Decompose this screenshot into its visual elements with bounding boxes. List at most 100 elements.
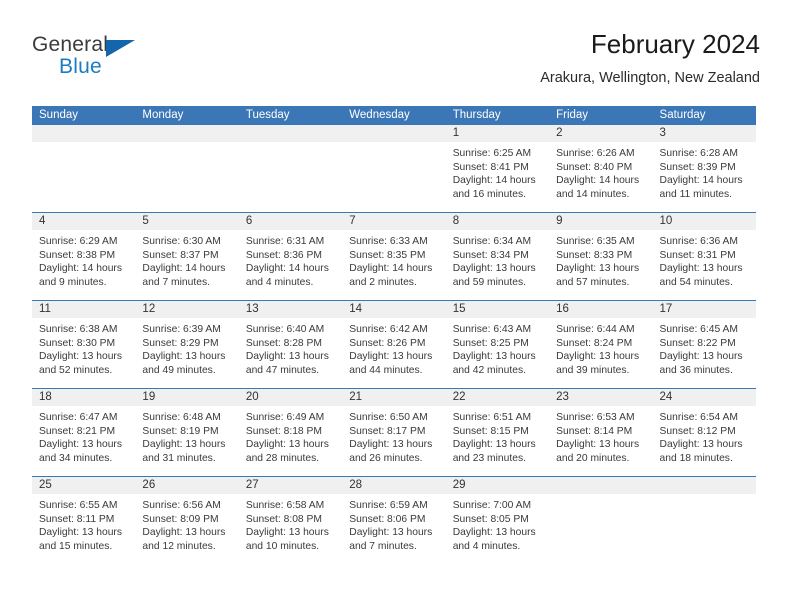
general-blue-logo[interactable]: General Blue: [32, 32, 152, 88]
daylight-text-line1: Daylight: 14 hours: [245, 263, 329, 275]
daylight-text-line1: Daylight: 13 hours: [142, 439, 226, 451]
calendar-day-cell[interactable]: 16 Sunrise: 6:44 AM Sunset: 8:24 PM Dayligh…: [549, 301, 653, 388]
daylight-text-line1: Daylight: 13 hours: [245, 527, 329, 539]
sunset-text: Sunset: 8:34 PM: [452, 249, 529, 261]
calendar-day-cell[interactable]: 25 Sunrise: 6:55 AM Sunset: 8:11 PM Dayligh…: [32, 477, 136, 565]
sunset-text: Sunset: 8:24 PM: [556, 337, 633, 349]
day-details: Sunrise: 6:56 AM Sunset: 8:09 PM Daylight:…: [135, 494, 238, 553]
sunrise-text: Sunrise: 6:58 AM: [245, 500, 325, 511]
day-details: Sunrise: 6:50 AM Sunset: 8:17 PM Daylight:…: [342, 406, 445, 465]
day-number-band: 6: [238, 213, 343, 230]
sunrise-text: Sunrise: 6:40 AM: [245, 324, 325, 335]
day-details: Sunrise: 6:35 AM Sunset: 8:33 PM Daylight:…: [549, 230, 652, 289]
day-details: Sunrise: 6:45 AM Sunset: 8:22 PM Daylight:…: [653, 318, 756, 377]
day-details: Sunrise: 6:30 AM Sunset: 8:37 PM Daylight:…: [135, 230, 238, 289]
daylight-text-line1: Daylight: 13 hours: [556, 439, 640, 451]
sunrise-text: Sunrise: 6:54 AM: [659, 412, 738, 423]
day-details: Sunrise: 6:29 AM Sunset: 8:38 PM Daylight:…: [32, 230, 135, 289]
calendar-day-cell[interactable]: 20 Sunrise: 6:49 AM Sunset: 8:18 PM Dayligh…: [238, 389, 343, 476]
page-subtitle: Arakura, Wellington, New Zealand: [540, 70, 760, 86]
day-number-band: 28: [342, 477, 446, 494]
calendar-day-cell[interactable]: 4 Sunrise: 6:29 AM Sunset: 8:38 PM Daylight…: [32, 213, 136, 300]
sunset-text: Sunset: 8:37 PM: [142, 249, 219, 261]
day-details: Sunrise: 6:49 AM Sunset: 8:18 PM Daylight:…: [239, 406, 342, 465]
daylight-text-line2: and 26 minutes.: [349, 452, 423, 464]
calendar-day-cell[interactable]: 1 Sunrise: 6:25 AM Sunset: 8:41 PM Daylight…: [445, 125, 550, 212]
day-number-band: 15: [445, 301, 550, 318]
day-details: [32, 142, 135, 147]
daylight-text-line1: Daylight: 13 hours: [659, 263, 743, 275]
calendar-day-cell[interactable]: 28 Sunrise: 6:59 AM Sunset: 8:06 PM Dayligh…: [342, 477, 446, 565]
sunrise-text: Sunrise: 6:48 AM: [142, 412, 221, 423]
sunrise-text: Sunrise: 6:36 AM: [659, 236, 738, 247]
calendar-day-cell[interactable]: 7 Sunrise: 6:33 AM Sunset: 8:35 PM Daylight…: [342, 213, 446, 300]
day-details: Sunrise: 6:28 AM Sunset: 8:39 PM Daylight:…: [653, 142, 756, 201]
calendar-day-cell[interactable]: 22 Sunrise: 6:51 AM Sunset: 8:15 PM Dayligh…: [445, 389, 550, 476]
calendar-day-cell-empty: [238, 125, 343, 212]
day-number-band: 16: [549, 301, 653, 318]
sunrise-text: Sunrise: 6:26 AM: [556, 148, 635, 159]
sunrise-text: Sunrise: 6:42 AM: [349, 324, 428, 335]
daylight-text-line2: and 52 minutes.: [39, 364, 113, 376]
daylight-text-line1: Daylight: 13 hours: [39, 527, 122, 539]
calendar-day-cell[interactable]: 2 Sunrise: 6:26 AM Sunset: 8:40 PM Daylight…: [549, 125, 653, 212]
day-number: 13: [245, 303, 259, 315]
sunrise-text: Sunrise: 6:45 AM: [659, 324, 738, 335]
day-details: Sunrise: 6:31 AM Sunset: 8:36 PM Daylight:…: [239, 230, 342, 289]
day-number-band: 5: [135, 213, 239, 230]
calendar-day-cell[interactable]: 27 Sunrise: 6:58 AM Sunset: 8:08 PM Dayligh…: [238, 477, 343, 565]
daylight-text-line1: Daylight: 13 hours: [245, 351, 329, 363]
calendar-day-cell[interactable]: 9 Sunrise: 6:35 AM Sunset: 8:33 PM Daylight…: [549, 213, 653, 300]
day-details: Sunrise: 6:42 AM Sunset: 8:26 PM Daylight:…: [342, 318, 445, 377]
day-number-band: 11: [32, 301, 136, 318]
calendar-day-cell[interactable]: 6 Sunrise: 6:31 AM Sunset: 8:36 PM Daylight…: [238, 213, 343, 300]
daylight-text-line1: Daylight: 13 hours: [39, 351, 122, 363]
calendar-day-cell[interactable]: 26 Sunrise: 6:56 AM Sunset: 8:09 PM Dayligh…: [135, 477, 239, 565]
calendar-day-cell[interactable]: 29 Sunrise: 7:00 AM Sunset: 8:05 PM Dayligh…: [445, 477, 550, 565]
day-details: Sunrise: 6:47 AM Sunset: 8:21 PM Daylight:…: [32, 406, 135, 465]
calendar-day-cell[interactable]: 5 Sunrise: 6:30 AM Sunset: 8:37 PM Daylight…: [135, 213, 239, 300]
daylight-text-line1: Daylight: 13 hours: [659, 439, 743, 451]
calendar-day-cell[interactable]: 13 Sunrise: 6:40 AM Sunset: 8:28 PM Dayligh…: [238, 301, 343, 388]
day-number-band: [652, 477, 756, 494]
daylight-text-line1: Daylight: 13 hours: [556, 263, 640, 275]
daylight-text-line2: and 34 minutes.: [39, 452, 113, 464]
sunrise-text: Sunrise: 6:59 AM: [349, 500, 428, 511]
day-details: Sunrise: 6:26 AM Sunset: 8:40 PM Daylight:…: [549, 142, 652, 201]
calendar-day-cell[interactable]: 17 Sunrise: 6:45 AM Sunset: 8:22 PM Dayligh…: [652, 301, 756, 388]
sunset-text: Sunset: 8:17 PM: [349, 425, 426, 437]
calendar-day-cell[interactable]: 14 Sunrise: 6:42 AM Sunset: 8:26 PM Dayligh…: [342, 301, 446, 388]
day-number-band: 1: [445, 125, 550, 142]
day-number-band: 26: [135, 477, 239, 494]
calendar-day-cell[interactable]: 11 Sunrise: 6:38 AM Sunset: 8:30 PM Dayligh…: [32, 301, 136, 388]
day-number: 11: [39, 303, 51, 315]
daylight-text-line1: Daylight: 13 hours: [452, 351, 536, 363]
day-number: 16: [556, 303, 569, 315]
weekday-header-tuesday: Tuesday: [245, 109, 290, 121]
sunset-text: Sunset: 8:12 PM: [659, 425, 736, 437]
day-number-band: 14: [342, 301, 446, 318]
sunrise-text: Sunrise: 6:25 AM: [452, 148, 532, 159]
day-number-band: 2: [549, 125, 653, 142]
calendar-day-cell[interactable]: 23 Sunrise: 6:53 AM Sunset: 8:14 PM Dayligh…: [549, 389, 653, 476]
daylight-text-line1: Daylight: 14 hours: [556, 175, 640, 187]
calendar-day-cell[interactable]: 15 Sunrise: 6:43 AM Sunset: 8:25 PM Dayligh…: [445, 301, 550, 388]
day-details: Sunrise: 6:58 AM Sunset: 8:08 PM Daylight:…: [239, 494, 342, 553]
sunrise-text: Sunrise: 6:56 AM: [142, 500, 221, 511]
day-details: Sunrise: 6:39 AM Sunset: 8:29 PM Daylight:…: [135, 318, 238, 377]
calendar-day-cell[interactable]: 24 Sunrise: 6:54 AM Sunset: 8:12 PM Dayligh…: [652, 389, 756, 476]
calendar-day-cell[interactable]: 12 Sunrise: 6:39 AM Sunset: 8:29 PM Dayligh…: [135, 301, 239, 388]
daylight-text-line1: Daylight: 14 hours: [39, 263, 122, 275]
calendar-day-cell[interactable]: 3 Sunrise: 6:28 AM Sunset: 8:39 PM Daylight…: [652, 125, 756, 212]
sunset-text: Sunset: 8:21 PM: [39, 425, 116, 437]
day-number-band: 9: [549, 213, 653, 230]
calendar-day-cell[interactable]: 10 Sunrise: 6:36 AM Sunset: 8:31 PM Dayligh…: [652, 213, 756, 300]
sunrise-text: Sunrise: 6:35 AM: [556, 236, 635, 247]
calendar-day-cell[interactable]: 19 Sunrise: 6:48 AM Sunset: 8:19 PM Dayligh…: [135, 389, 239, 476]
calendar-day-cell[interactable]: 18 Sunrise: 6:47 AM Sunset: 8:21 PM Dayligh…: [32, 389, 136, 476]
calendar-day-cell[interactable]: 21 Sunrise: 6:50 AM Sunset: 8:17 PM Dayligh…: [342, 389, 446, 476]
day-details: Sunrise: 6:33 AM Sunset: 8:35 PM Daylight:…: [342, 230, 445, 289]
sunset-text: Sunset: 8:33 PM: [556, 249, 633, 261]
daylight-text-line2: and 31 minutes.: [142, 452, 216, 464]
calendar-day-cell[interactable]: 8 Sunrise: 6:34 AM Sunset: 8:34 PM Daylight…: [445, 213, 550, 300]
